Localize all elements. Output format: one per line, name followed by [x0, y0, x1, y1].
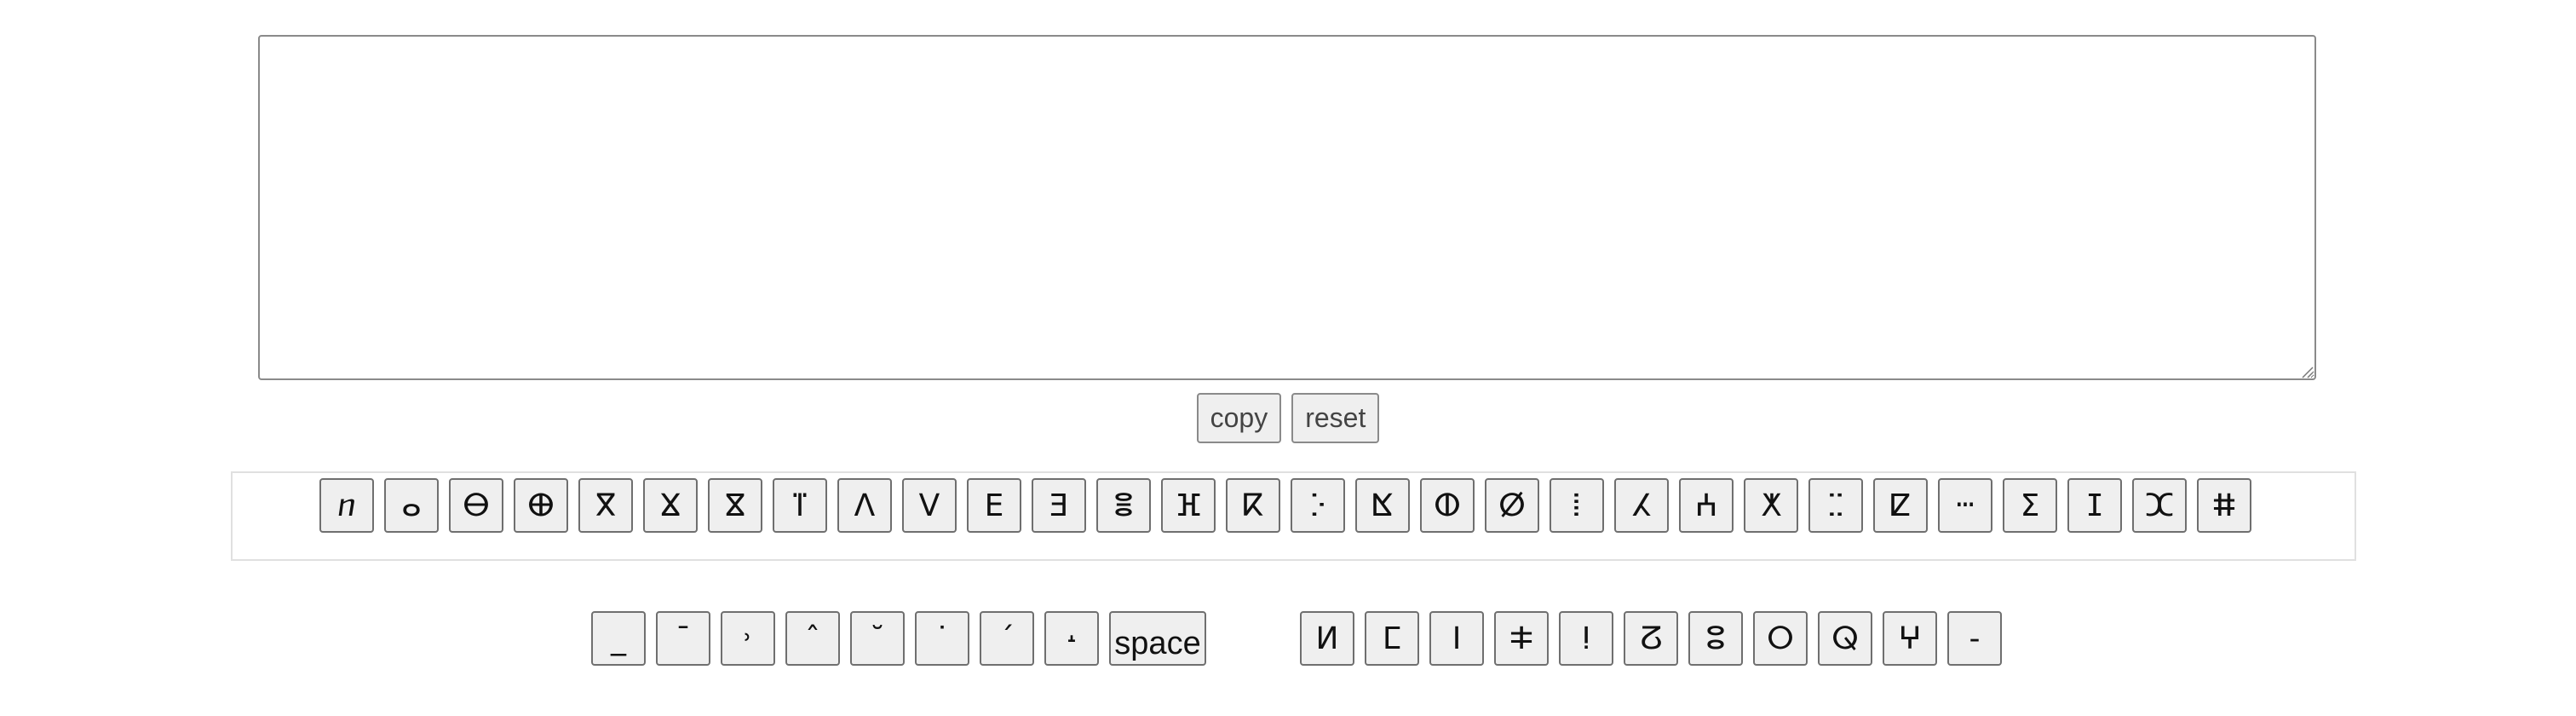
extra-key-1[interactable]: ⵍ	[1300, 611, 1354, 666]
extra-key-row: ⵍ ⵎ ⵏ ⵐ ⵑ ⵒ ⵓ ⵔ ⵕ ⵖ -	[1300, 611, 2002, 666]
key-22[interactable]: ⵄ	[1679, 478, 1734, 533]
key-14[interactable]: ⴼ	[1161, 478, 1216, 533]
key-30[interactable]: ⵌ	[2197, 478, 2251, 533]
key-18[interactable]: ⵀ	[1420, 478, 1475, 533]
key-21[interactable]: ⵃ	[1614, 478, 1669, 533]
key-9[interactable]: ⴷ	[837, 478, 892, 533]
reset-button[interactable]: reset	[1291, 393, 1380, 443]
key-1[interactable]: ⴖ	[319, 478, 374, 533]
modifier-key-6[interactable]: ˙	[915, 611, 969, 666]
extra-key-4[interactable]: ⵐ	[1494, 611, 1549, 666]
key-28[interactable]: ⵊ	[2067, 478, 2122, 533]
key-6[interactable]: ⴴ	[643, 478, 698, 533]
copy-button[interactable]: copy	[1196, 393, 1282, 443]
key-11[interactable]: ⴹ	[967, 478, 1021, 533]
modifier-key-4[interactable]: ˆ	[785, 611, 840, 666]
text-editor[interactable]	[258, 35, 2316, 380]
hyphen-key[interactable]: -	[1947, 611, 2002, 666]
extra-key-3[interactable]: ⵏ	[1429, 611, 1484, 666]
key-16[interactable]: ⴾ	[1291, 478, 1345, 533]
key-27[interactable]: ⵉ	[2003, 478, 2057, 533]
key-20[interactable]: ⵂ	[1550, 478, 1604, 533]
key-15[interactable]: ⴽ	[1226, 478, 1280, 533]
extra-key-8[interactable]: ⵔ	[1753, 611, 1808, 666]
key-12[interactable]: ⴺ	[1032, 478, 1086, 533]
extra-key-2[interactable]: ⵎ	[1365, 611, 1419, 666]
modifier-key-2[interactable]: ¯	[656, 611, 710, 666]
key-4[interactable]: ⴲ	[514, 478, 568, 533]
key-13[interactable]: ⴻ	[1096, 478, 1151, 533]
modifier-key-7[interactable]: ˊ	[980, 611, 1034, 666]
key-26[interactable]: ⵈ	[1938, 478, 1992, 533]
key-19[interactable]: ⵁ	[1485, 478, 1539, 533]
extra-key-5[interactable]: ⵑ	[1559, 611, 1613, 666]
modifier-key-5[interactable]: ˘	[850, 611, 905, 666]
key-17[interactable]: ⴿ	[1355, 478, 1410, 533]
extra-key-10[interactable]: ⵖ	[1883, 611, 1937, 666]
modifier-key-3[interactable]: ˒	[721, 611, 775, 666]
key-10[interactable]: ⴸ	[902, 478, 957, 533]
main-key-row: ⴖ ⴰ ⴱ ⴲ ⴳ ⴴ ⴵ ⴶ ⴷ ⴸ ⴹ ⴺ ⴻ ⴼ ⴽ ⴾ ⴿ ⵀ ⵁ ⵂ …	[319, 478, 2251, 533]
key-3[interactable]: ⴱ	[449, 478, 503, 533]
key-23[interactable]: ⵅ	[1744, 478, 1798, 533]
key-24[interactable]: ⵆ	[1808, 478, 1863, 533]
modifier-key-1[interactable]: _	[591, 611, 646, 666]
modifier-key-row: _ ¯ ˒ ˆ ˘ ˙ ˊ ˔ space	[591, 611, 1206, 666]
editor-controls: copy reset	[0, 393, 2576, 443]
extra-key-6[interactable]: ⵒ	[1624, 611, 1678, 666]
key-7[interactable]: ⴵ	[708, 478, 762, 533]
key-5[interactable]: ⴳ	[578, 478, 633, 533]
space-key[interactable]: space	[1109, 611, 1206, 666]
key-29[interactable]: ⵋ	[2132, 478, 2187, 533]
key-25[interactable]: ⵇ	[1873, 478, 1928, 533]
key-2[interactable]: ⴰ	[384, 478, 439, 533]
modifier-key-8[interactable]: ˔	[1044, 611, 1099, 666]
extra-key-7[interactable]: ⵓ	[1688, 611, 1743, 666]
key-8[interactable]: ⴶ	[773, 478, 827, 533]
extra-key-9[interactable]: ⵕ	[1818, 611, 1872, 666]
